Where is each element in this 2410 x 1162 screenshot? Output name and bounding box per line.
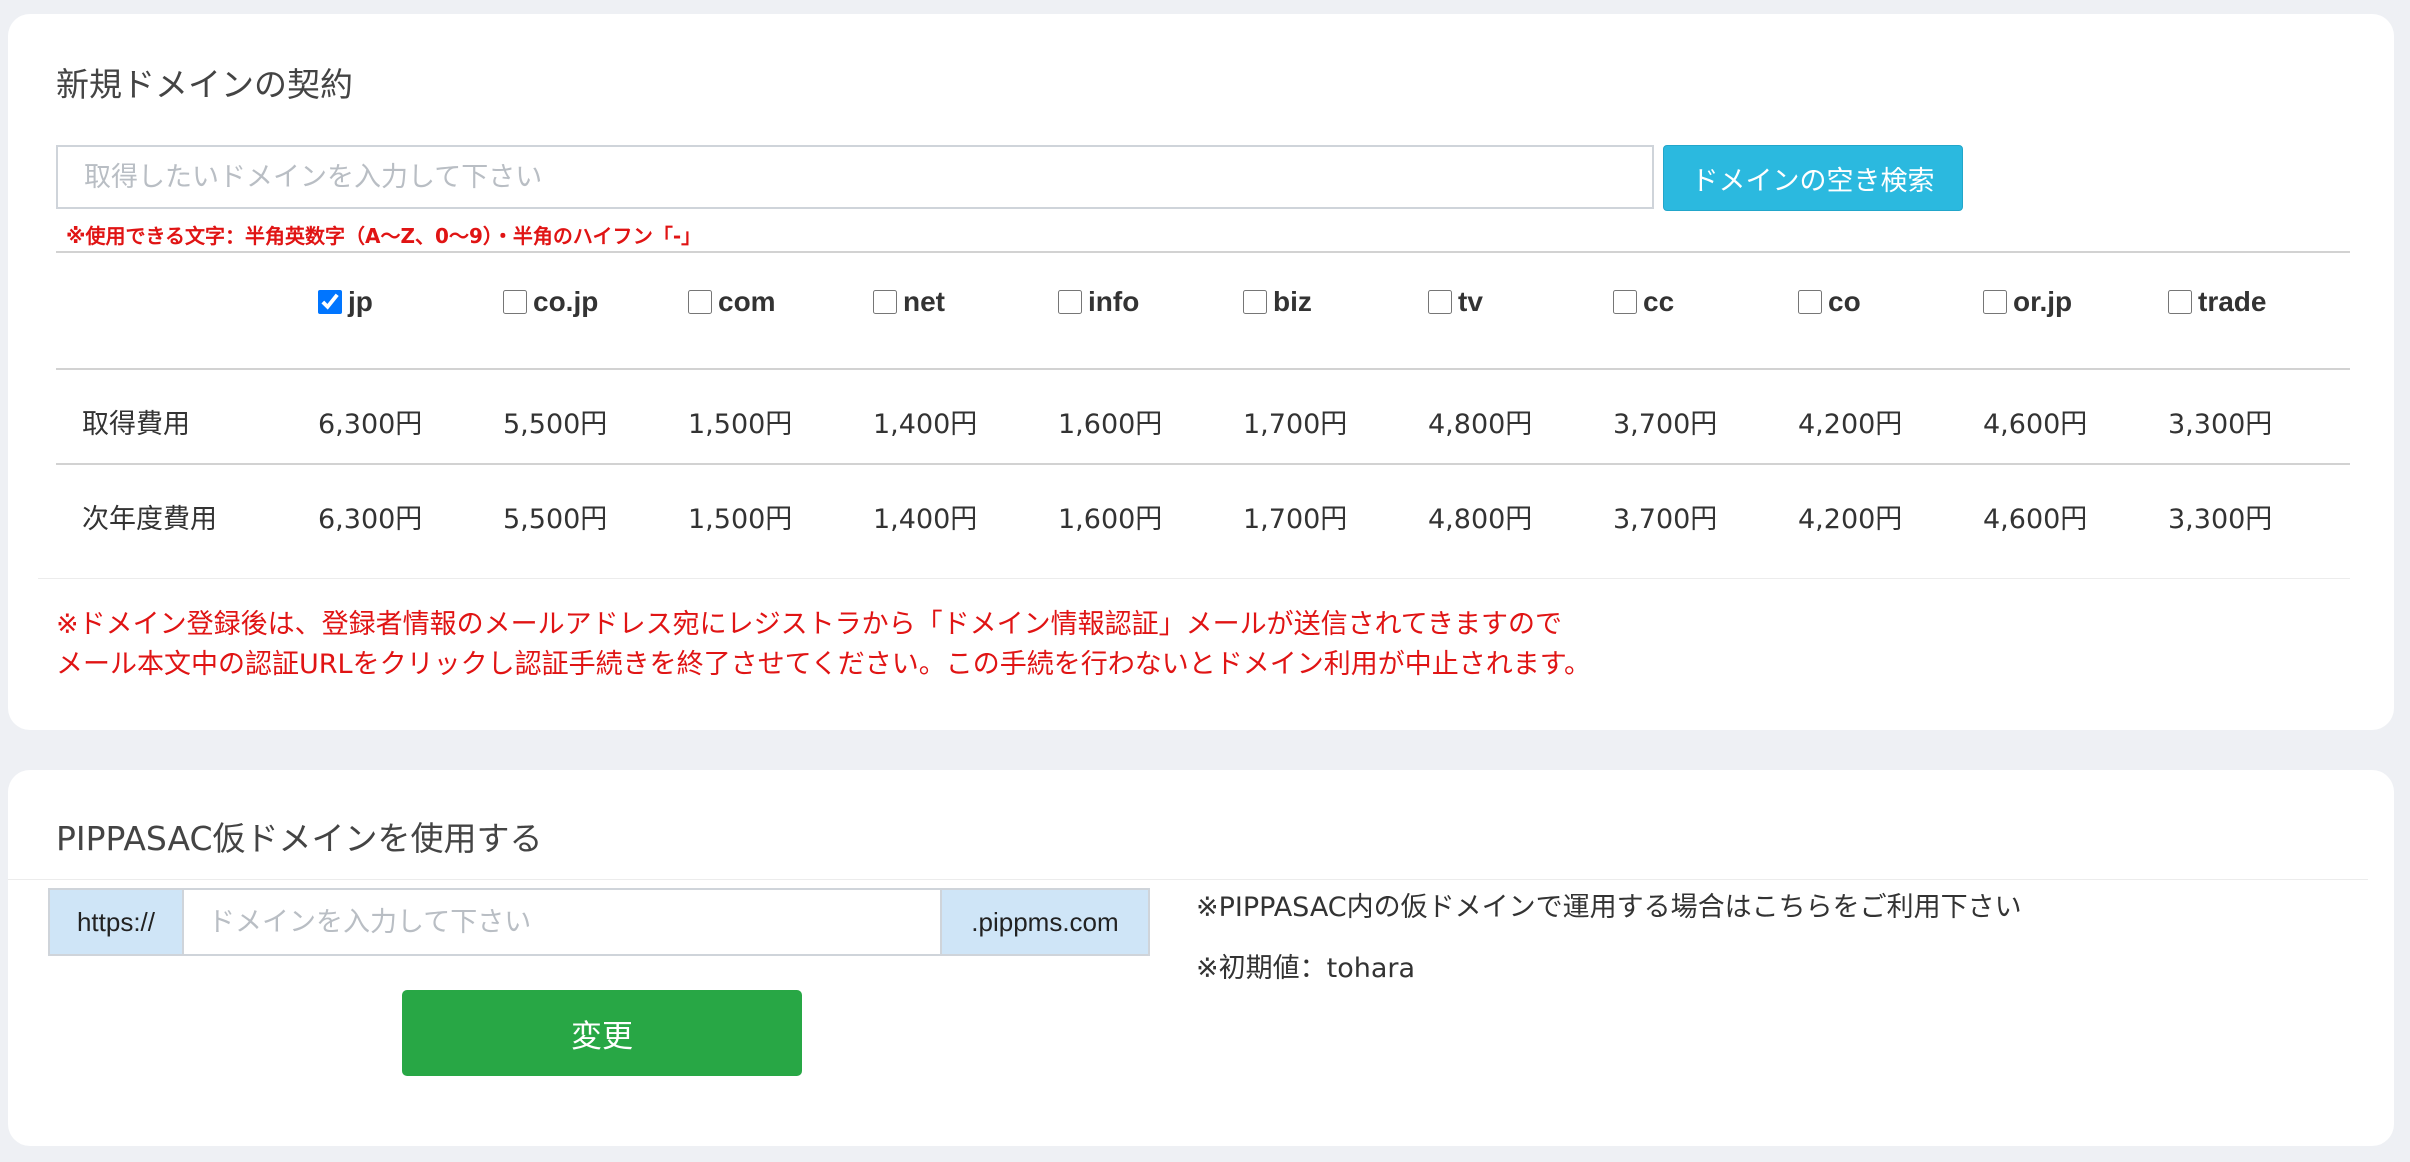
temp-domain-input-group: https:// .pippms.com (48, 888, 1150, 956)
registration-notice-line1: ※ドメイン登録後は、登録者情報のメールアドレス宛にレジストラから「ドメイン情報認… (56, 609, 1563, 640)
tld-label: trade (2198, 286, 2267, 317)
price-cell: 1,700円 (1243, 504, 1348, 535)
tld-checkbox[interactable] (1428, 290, 1452, 314)
price-cell: 6,300円 (318, 504, 423, 535)
tld-option[interactable]: trade (2168, 286, 2266, 318)
price-cell: 3,700円 (1613, 504, 1718, 535)
tld-option[interactable]: cc (1613, 286, 1674, 318)
temp-domain-default: ※初期値：tohara (1196, 953, 1416, 984)
price-cell: 1,500円 (688, 409, 793, 440)
domain-search-button[interactable]: ドメインの空き検索 (1663, 145, 1963, 211)
https-prefix: https:// (50, 890, 184, 954)
price-cell: 1,600円 (1058, 409, 1163, 440)
registration-notice-line2: メール本文中の認証URLをクリックし認証手続きを終了させてください。この手続を行… (56, 649, 1592, 680)
temp-domain-input[interactable] (184, 890, 940, 954)
tld-label: info (1088, 286, 1140, 317)
tld-label: tv (1458, 286, 1483, 317)
tld-checkbox[interactable] (1058, 290, 1082, 314)
price-cell: 5,500円 (503, 504, 608, 535)
price-cell: 4,200円 (1798, 409, 1903, 440)
divider (56, 368, 2350, 370)
new-domain-title: 新規ドメインの契約 (56, 65, 353, 104)
price-cell: 1,500円 (688, 504, 793, 535)
price-cell: 4,600円 (1983, 504, 2088, 535)
price-cell: 3,300円 (2168, 504, 2273, 535)
price-cell: 3,700円 (1613, 409, 1718, 440)
divider (8, 879, 2368, 880)
tld-option[interactable]: or.jp (1983, 286, 2072, 318)
tld-checkbox[interactable] (1613, 290, 1637, 314)
tld-checkbox[interactable] (1798, 290, 1822, 314)
price-cell: 1,700円 (1243, 409, 1348, 440)
tld-option[interactable]: info (1058, 286, 1139, 318)
temp-domain-info: ※PIPPASAC内の仮ドメインで運用する場合はこちらをご利用下さい (1196, 892, 2022, 923)
tld-checkbox[interactable] (318, 290, 342, 314)
price-cell: 4,600円 (1983, 409, 2088, 440)
price-cell: 1,400円 (873, 504, 978, 535)
tld-checkbox[interactable] (873, 290, 897, 314)
price-cell: 1,400円 (873, 409, 978, 440)
tld-label: com (718, 286, 776, 317)
tld-option[interactable]: co.jp (503, 286, 598, 318)
domain-suffix: .pippms.com (940, 890, 1148, 954)
tld-checkbox[interactable] (688, 290, 712, 314)
tld-label: net (903, 286, 945, 317)
price-cell: 5,500円 (503, 409, 608, 440)
price-cell: 4,200円 (1798, 504, 1903, 535)
change-button[interactable]: 変更 (402, 990, 802, 1076)
tld-label: co (1828, 286, 1861, 317)
price-cell: 3,300円 (2168, 409, 2273, 440)
tld-label: or.jp (2013, 286, 2073, 317)
new-domain-panel: 新規ドメインの契約 ドメインの空き検索 ※使用できる文字：半角英数字（A〜Z、0… (8, 14, 2394, 730)
tld-option[interactable]: com (688, 286, 776, 318)
tld-label: biz (1273, 286, 1312, 317)
tld-option[interactable]: co (1798, 286, 1861, 318)
price-cell: 1,600円 (1058, 504, 1163, 535)
tld-option[interactable]: jp (318, 286, 373, 318)
price-cell: 4,800円 (1428, 504, 1533, 535)
acquisition-cost-label: 取得費用 (82, 409, 190, 440)
tld-checkbox[interactable] (1983, 290, 2007, 314)
tld-checkbox[interactable] (1243, 290, 1267, 314)
divider (56, 251, 2350, 253)
divider (56, 463, 2350, 465)
divider (38, 578, 2350, 579)
tld-label: co.jp (533, 286, 599, 317)
tld-checkbox[interactable] (503, 290, 527, 314)
tld-option[interactable]: biz (1243, 286, 1312, 318)
domain-search-input[interactable] (56, 145, 1654, 209)
price-cell: 4,800円 (1428, 409, 1533, 440)
temp-domain-title: PIPPASAC仮ドメインを使用する (56, 819, 543, 858)
allowed-chars-note: ※使用できる文字：半角英数字（A〜Z、0〜9）・半角のハイフン「-」 (66, 224, 702, 248)
renewal-cost-label: 次年度費用 (82, 504, 217, 535)
price-cell: 6,300円 (318, 409, 423, 440)
tld-option[interactable]: tv (1428, 286, 1483, 318)
tld-checkbox[interactable] (2168, 290, 2192, 314)
tld-label: jp (348, 286, 373, 317)
tld-option[interactable]: net (873, 286, 945, 318)
tld-label: cc (1643, 286, 1675, 317)
